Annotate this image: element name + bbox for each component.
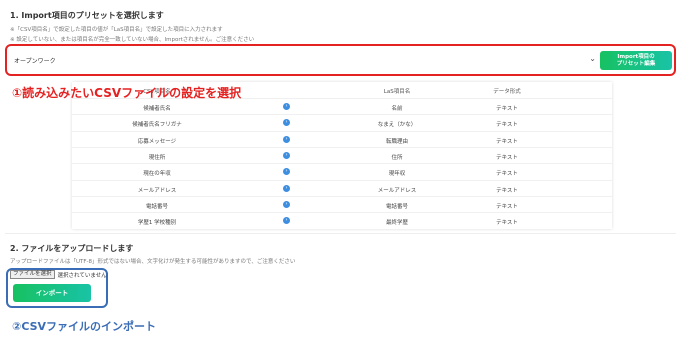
edit-preset-button[interactable]: Import項目の プリセット編集: [600, 51, 672, 70]
preset-select[interactable]: オープンワーク ⌄: [10, 51, 600, 70]
header-las-field: LaS項目名: [383, 89, 411, 95]
las-field-name: 最終学歴: [385, 220, 408, 227]
file-input[interactable]: ファイルを選択 選択されていません: [10, 270, 107, 279]
preset-mapping-table: CSV項目名 LaS項目名 データ形式 候補者氏名 › 名前 テキスト 候補者氏名フリガ…: [72, 82, 612, 229]
preset-select-value: オープンワーク: [14, 58, 56, 65]
csv-field-name: 学歴1 学校種別: [137, 220, 177, 227]
file-status: 選択されていません: [57, 272, 107, 279]
mapping-row: 現住所 › 住所 テキスト: [72, 146, 612, 163]
mapping-row: 応募メッセージ › 転職理由 テキスト: [72, 130, 612, 147]
chevron-down-icon: ⌄: [589, 54, 596, 63]
choose-file-button[interactable]: ファイルを選択: [10, 270, 55, 279]
section1-note-2: ※ 設定していない、または項目名が完全一致していない場合、Importされません…: [10, 37, 255, 43]
step1-callout: ①読み込みたいCSVファイルの設定を選択: [12, 86, 242, 100]
step2-callout: ②CSVファイルのインポート: [12, 320, 157, 333]
data-type: テキスト: [496, 106, 518, 112]
data-type: テキスト: [496, 171, 518, 178]
csv-field-name: 候補者氏名フリガナ: [132, 122, 182, 129]
las-field-name: なまえ（かな）: [377, 122, 417, 129]
mapping-row: 学歴1 学校種別 › 最終学歴 テキスト: [72, 212, 612, 228]
csv-field-name: 電話番号: [145, 203, 168, 210]
edit-preset-label-line1: Import項目の: [617, 54, 655, 60]
arrow-right-icon: ›: [283, 200, 290, 208]
csv-field-name: 現住所: [148, 154, 166, 161]
section-divider: [5, 233, 676, 234]
import-button[interactable]: インポート: [13, 284, 91, 302]
section1-title: 1. Import項目のプリセットを選択します: [10, 11, 164, 20]
mapping-row: 現在の年収 › 現年収 テキスト: [72, 163, 612, 179]
las-field-name: 名前: [391, 106, 403, 112]
section2-title: 2. ファイルをアップロードします: [10, 244, 134, 253]
section2-note: アップロードファイルは「UTF-8」形式ではない場合、文字化けが発生する可能性が…: [10, 259, 296, 265]
section1-note-1: ※「CSV項目名」で設定した項目の値が「LaS項目名」で設定した項目に入力されま…: [10, 27, 223, 33]
csv-field-name: 現在の年収: [143, 171, 171, 178]
arrow-right-icon: ›: [283, 103, 290, 110]
las-field-name: 住所: [391, 154, 403, 161]
csv-field-name: メールアドレス: [137, 187, 177, 194]
data-type: テキスト: [496, 122, 518, 129]
mapping-row: メールアドレス › メールアドレス テキスト: [72, 179, 612, 196]
csv-field-name: 応募メッセージ: [137, 138, 177, 145]
arrow-right-icon: ›: [283, 217, 290, 225]
data-type: テキスト: [496, 138, 518, 145]
arrow-right-icon: ›: [283, 119, 290, 127]
data-type: テキスト: [496, 187, 518, 194]
csv-field-name: 候補者氏名: [143, 106, 171, 112]
mapping-row: 電話番号 › 電話番号 テキスト: [72, 195, 612, 212]
header-data-type: データ形式: [493, 89, 521, 95]
las-field-name: 現年収: [388, 171, 406, 178]
las-field-name: メールアドレス: [377, 187, 417, 194]
arrow-right-icon: ›: [283, 168, 290, 176]
data-type: テキスト: [496, 154, 518, 161]
mapping-row: 候補者氏名フリガナ › なまえ（かな） テキスト: [72, 114, 612, 130]
arrow-right-icon: ›: [283, 184, 290, 192]
las-field-name: 電話番号: [385, 203, 408, 210]
data-type: テキスト: [496, 220, 518, 227]
edit-preset-label-line2: プリセット編集: [616, 61, 656, 67]
arrow-right-icon: ›: [283, 151, 290, 159]
arrow-right-icon: ›: [283, 135, 290, 143]
data-type: テキスト: [496, 203, 518, 210]
las-field-name: 転職理由: [385, 138, 408, 145]
